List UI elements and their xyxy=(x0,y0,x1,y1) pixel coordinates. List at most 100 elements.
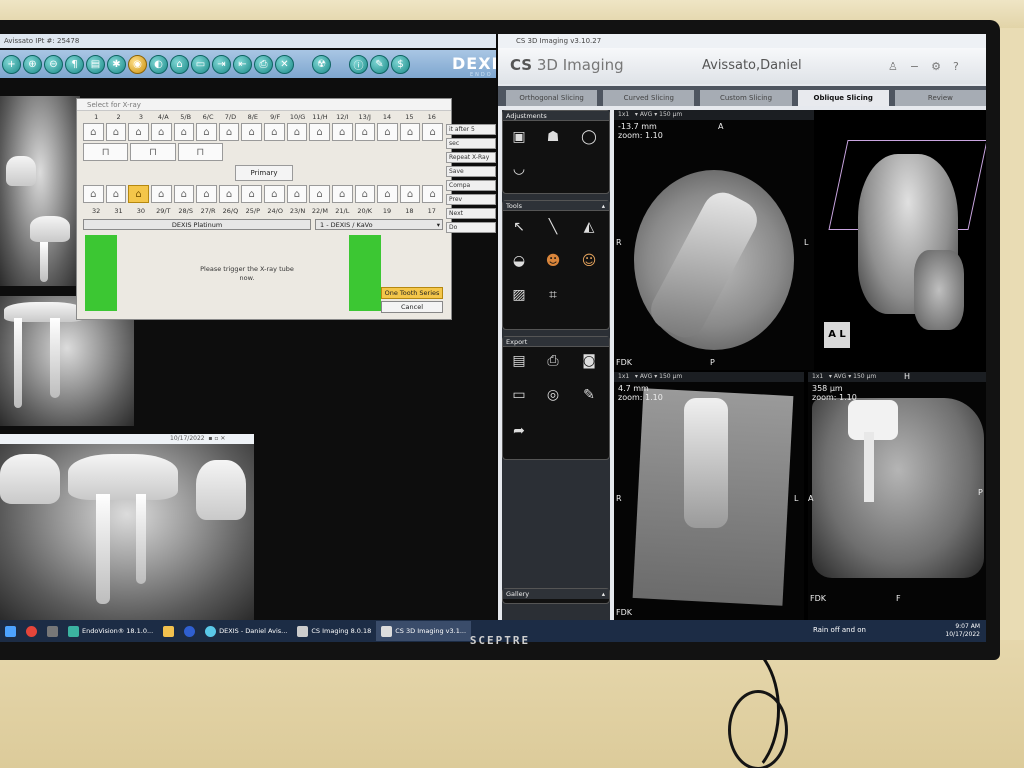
tooth-cell[interactable]: ⌂ xyxy=(309,185,330,203)
calibrate-icon[interactable]: ¶ xyxy=(65,54,84,74)
document-icon[interactable]: ▤ xyxy=(86,54,105,74)
xray-image-bottom[interactable] xyxy=(0,444,254,620)
tooth-cell[interactable]: ⌂ xyxy=(377,185,398,203)
mouse-icon[interactable]: ◯ xyxy=(579,127,599,147)
side-option[interactable]: Next xyxy=(446,208,496,219)
folder-icon[interactable]: ▭ xyxy=(509,385,529,405)
sensor-select-left[interactable]: DEXIS Platinum xyxy=(83,219,311,230)
tooth-cell[interactable]: ⌂ xyxy=(241,185,262,203)
view3-toolbar[interactable]: 1x1 ▾ AVG ▾ 150 µm xyxy=(808,372,986,382)
printer-icon[interactable]: ⎙ xyxy=(543,351,563,371)
cancel-button[interactable]: Cancel xyxy=(381,301,443,313)
sharpen-icon[interactable]: ◐ xyxy=(149,54,168,74)
weather-status[interactable]: Rain off and on xyxy=(813,626,866,634)
tab-oblique-slicing[interactable]: Oblique Slicing xyxy=(797,90,889,106)
tooth-cell[interactable]: ⌂ xyxy=(331,185,353,203)
gallery-header[interactable]: Gallery ▴ xyxy=(503,589,609,599)
pen-icon[interactable]: ✎ xyxy=(370,54,389,74)
eye-icon[interactable]: ◉ xyxy=(128,54,147,74)
info-icon[interactable]: ⓘ xyxy=(349,54,368,74)
tooth-cell[interactable]: ⌂ xyxy=(83,185,104,203)
contrast-icon[interactable]: ▣ xyxy=(509,127,529,147)
sagittal-slice-view[interactable] xyxy=(614,382,804,620)
tooth-cell[interactable]: ⌂ xyxy=(264,123,285,141)
tooth-cell[interactable]: ⌂ xyxy=(399,185,421,203)
add-icon[interactable]: + xyxy=(2,54,21,74)
tooth-cell[interactable]: ⌂ xyxy=(83,123,104,141)
tooth-cell[interactable]: ⌂ xyxy=(105,185,127,203)
view2-toolbar[interactable]: 1x1 ▾ AVG ▾ 150 µm xyxy=(614,372,804,382)
home-icon[interactable]: ⌂ xyxy=(170,54,189,74)
tooth-cell[interactable]: ⌂ xyxy=(309,123,330,141)
tooth-cell[interactable]: ⌂ xyxy=(422,123,443,141)
jaw-icon[interactable]: ◡ xyxy=(509,159,529,179)
tab-review[interactable]: Review xyxy=(894,90,986,106)
tab-curved-slicing[interactable]: Curved Slicing xyxy=(603,90,695,106)
tooth-cell[interactable]: ⌂ xyxy=(196,185,217,203)
panoramic-slice-view[interactable] xyxy=(808,382,986,620)
taskbar-item-endovision[interactable]: EndoVision® 18.1.0... xyxy=(63,621,158,641)
brightness-icon[interactable]: ✱ xyxy=(107,54,126,74)
taskbar-item-folder[interactable] xyxy=(158,621,179,641)
taskbar-item-cs-imaging[interactable]: CS Imaging 8.0.18 xyxy=(292,621,376,641)
tab-custom-slicing[interactable]: Custom Slicing xyxy=(700,90,792,106)
tooth-cell[interactable]: ⌂ xyxy=(150,185,172,203)
head-orange-icon[interactable]: ☻ xyxy=(543,251,563,271)
edit-doc-icon[interactable]: ✎ xyxy=(579,385,599,405)
camera-icon[interactable]: ◙ xyxy=(579,351,599,371)
user-icon[interactable]: ♙ xyxy=(888,60,898,73)
taskbar-item-a[interactable] xyxy=(179,621,200,641)
side-option[interactable]: sec xyxy=(446,138,496,149)
export-icon[interactable]: ⇤ xyxy=(233,54,252,74)
system-clock[interactable]: 9:07 AM 10/17/2022 xyxy=(945,623,980,639)
orientation-cube-icon[interactable]: A L xyxy=(824,322,850,348)
print-icon[interactable]: ⎙ xyxy=(254,54,273,74)
tooth-cell[interactable]: ⊓ xyxy=(83,143,129,161)
radiation-icon[interactable]: ☢ xyxy=(312,54,331,74)
tooth-cell[interactable]: ⌂ xyxy=(128,123,149,141)
tooth-cell[interactable]: ⌂ xyxy=(422,185,443,203)
side-option[interactable]: it after 5 xyxy=(446,124,496,135)
view1-toolbar[interactable]: 1x1 ▾ AVG ▾ 150 µm xyxy=(614,110,814,120)
skull-icon[interactable]: ☗ xyxy=(543,127,563,147)
xray-image-top[interactable] xyxy=(0,96,80,286)
tooth-cell[interactable]: ⌂ xyxy=(399,123,421,141)
close-icon[interactable]: ✕ xyxy=(275,54,294,74)
tooth-cell[interactable]: ⌂ xyxy=(196,123,217,141)
side-option[interactable]: Do xyxy=(446,222,496,233)
side-option[interactable]: Save xyxy=(446,166,496,177)
tooth-cell[interactable]: ⌂ xyxy=(173,185,195,203)
pointer-icon[interactable]: ↖ xyxy=(509,217,529,237)
volume-render-view[interactable]: A L xyxy=(818,110,986,370)
chrome-taskbar-button[interactable] xyxy=(21,621,42,641)
side-option[interactable]: Repeat X-Ray xyxy=(446,152,496,163)
taskbar-item-dexis[interactable]: DEXIS - Daniel Avis... xyxy=(200,621,292,641)
tooth-cell[interactable]: ⊓ xyxy=(177,143,223,161)
jaw-tool-icon[interactable]: ◒ xyxy=(509,251,529,271)
tooth-cell[interactable]: ⌂ xyxy=(331,123,353,141)
head-profile-icon[interactable]: ☺ xyxy=(579,251,599,271)
settings-icon[interactable]: ⚙ xyxy=(931,60,941,73)
tooth-cell[interactable]: ⌂ xyxy=(354,185,376,203)
one-tooth-series-button[interactable]: One Tooth Series xyxy=(381,287,443,299)
measure-line-icon[interactable]: ╲ xyxy=(543,217,563,237)
sensor-select-right[interactable]: 1 - DEXIS / KaVo ▾ xyxy=(315,219,443,230)
tooth-cell[interactable]: ⌂ xyxy=(377,123,398,141)
minus-icon[interactable]: − xyxy=(910,60,919,73)
media-taskbar-button[interactable] xyxy=(42,621,63,641)
tooth-cell[interactable]: ⌂ xyxy=(218,185,240,203)
dollar-icon[interactable]: $ xyxy=(391,54,410,74)
tooth-cell[interactable]: ⌂ xyxy=(286,123,308,141)
disc-icon[interactable]: ◎ xyxy=(543,385,563,405)
send-icon[interactable]: ➦ xyxy=(509,421,529,441)
crop-icon[interactable]: ⌗ xyxy=(543,285,563,305)
tooth-cell[interactable]: ⌂ xyxy=(286,185,308,203)
folder-icon[interactable]: ▭ xyxy=(191,54,210,74)
import-icon[interactable]: ⇥ xyxy=(212,54,231,74)
tooth-cell[interactable]: ⌂ xyxy=(105,123,127,141)
tooth-cell[interactable]: ⌂ xyxy=(128,185,149,203)
tooth-cell[interactable]: ⌂ xyxy=(173,123,195,141)
tooth-cell[interactable]: ⌂ xyxy=(150,123,172,141)
help-icon[interactable]: ? xyxy=(953,60,959,73)
start-button[interactable] xyxy=(0,621,21,641)
